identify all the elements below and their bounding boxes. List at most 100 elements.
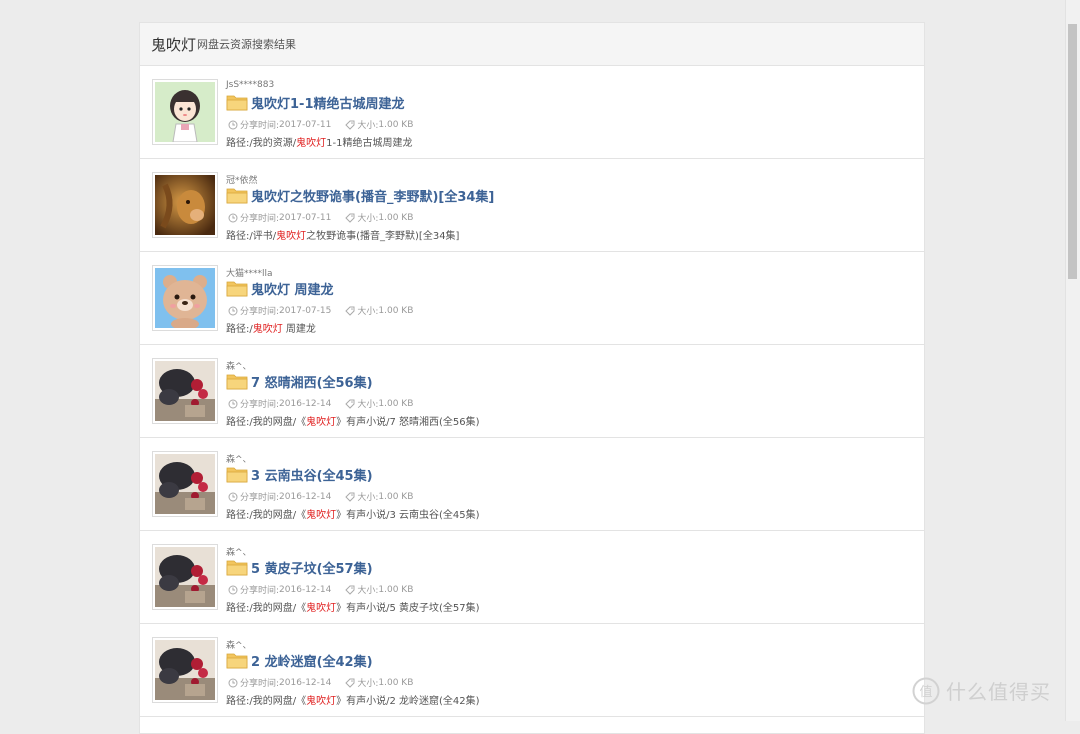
result-item[interactable]: 森^、 2 龙岭迷窟(全42集) 分享时间: 2016-12-14 大小: 1.00 KB… [140, 624, 924, 717]
tag-icon [345, 399, 355, 409]
search-results-panel: 鬼吹灯 网盘云资源搜索结果 JsS****883 鬼吹灯1-1精绝古城周建龙 分享时… [139, 22, 925, 734]
result-path: 路径:/我的网盘/《鬼吹灯》有声小说/2 龙岭迷窟(全42集) [226, 692, 480, 707]
folder-icon [226, 560, 248, 576]
path-keyword: 鬼吹灯 [306, 417, 337, 428]
path-after: 1-1精绝古城周建龙 [326, 138, 413, 149]
uploader-name[interactable]: 森^、 [226, 452, 252, 465]
path-before: /评书/ [249, 231, 277, 242]
tag-icon [345, 213, 355, 223]
file-size: 1.00 KB [378, 398, 414, 409]
avatar[interactable] [152, 637, 218, 703]
uploader-name[interactable]: JsS****883 [226, 80, 274, 90]
result-title-row[interactable]: 5 黄皮子坟(全57集) [226, 558, 373, 577]
path-after: 周建龙 [282, 324, 316, 335]
result-title-row[interactable]: 鬼吹灯之牧野诡事(播音_李野默)[全34集] [226, 186, 494, 205]
size-label: 大小: [357, 586, 379, 596]
result-title-row[interactable]: 3 云南虫谷(全45集) [226, 465, 373, 484]
watermark-text: 什么值得买 [946, 680, 1051, 704]
result-title-link[interactable]: 鬼吹灯1-1精绝古城周建龙 [251, 93, 405, 112]
share-time: 2017-07-11 [279, 119, 332, 130]
uploader-name[interactable]: 冠*依然 [226, 173, 258, 186]
tag-icon [345, 678, 355, 688]
avatar[interactable] [152, 265, 218, 331]
result-item[interactable]: 森^、 5 黄皮子坟(全57集) 分享时间: 2016-12-14 大小: 1.00 KB… [140, 531, 924, 624]
uploader-name[interactable]: 森^、 [226, 545, 252, 558]
clock-icon [228, 306, 238, 315]
folder-icon [226, 95, 248, 111]
avatar[interactable] [152, 172, 218, 238]
result-title-link[interactable]: 7 怒晴湘西(全56集) [251, 372, 373, 391]
share-time-label: 分享时间: [240, 121, 280, 131]
avatar[interactable] [152, 79, 218, 145]
result-meta: 分享时间: 2016-12-14 大小: 1.00 KB [228, 676, 413, 689]
result-path: 路径:/我的资源/鬼吹灯1-1精绝古城周建龙 [226, 134, 412, 149]
result-title-row[interactable]: 鬼吹灯 周建龙 [226, 279, 334, 298]
avatar[interactable] [152, 358, 218, 424]
result-path: 路径:/我的网盘/《鬼吹灯》有声小说/7 怒晴湘西(全56集) [226, 413, 480, 428]
result-item[interactable]: JsS****883 鬼吹灯1-1精绝古城周建龙 分享时间: 2017-07-11 大小… [140, 66, 924, 159]
result-item[interactable]: 森^、 3 云南虫谷(全45集) 分享时间: 2016-12-14 大小: 1.00 KB… [140, 438, 924, 531]
path-label: 路径: [226, 417, 250, 428]
share-time-label: 分享时间: [240, 307, 280, 317]
clock-icon [228, 399, 238, 408]
result-meta: 分享时间: 2016-12-14 大小: 1.00 KB [228, 397, 413, 410]
share-time-label: 分享时间: [240, 493, 280, 503]
path-keyword: 鬼吹灯 [252, 324, 283, 335]
result-item[interactable]: 大猫****lla 鬼吹灯 周建龙 分享时间: 2017-07-15 大小: 1.00 K… [140, 252, 924, 345]
scrollbar[interactable] [1065, 0, 1080, 721]
clock-icon [228, 213, 238, 222]
folder-icon [226, 374, 248, 390]
uploader-name[interactable]: 大猫****lla [226, 266, 273, 279]
result-title-link[interactable]: 5 黄皮子坟(全57集) [251, 558, 373, 577]
result-title-row[interactable]: 7 怒晴湘西(全56集) [226, 372, 373, 391]
results-header: 鬼吹灯 网盘云资源搜索结果 [140, 23, 924, 66]
share-time: 2016-12-14 [279, 491, 332, 502]
size-label: 大小: [357, 307, 379, 317]
uploader-name[interactable]: 森^、 [226, 359, 252, 372]
size-label: 大小: [357, 679, 379, 689]
result-title-link[interactable]: 2 龙岭迷窟(全42集) [251, 651, 373, 670]
path-after: 》有声小说/3 云南虫谷(全45集) [336, 510, 480, 521]
result-title-link[interactable]: 鬼吹灯 周建龙 [251, 279, 334, 298]
result-title-link[interactable]: 鬼吹灯之牧野诡事(播音_李野默)[全34集] [251, 186, 494, 205]
path-after: 》有声小说/5 黄皮子坟(全57集) [336, 603, 480, 614]
result-item[interactable]: 冠*依然 鬼吹灯之牧野诡事(播音_李野默)[全34集] 分享时间: 2017-07-1… [140, 159, 924, 252]
scrollbar-thumb[interactable] [1068, 24, 1077, 279]
file-size: 1.00 KB [378, 305, 414, 316]
path-after: 之牧野诡事(播音_李野默)[全34集] [306, 231, 460, 242]
result-path: 路径:/我的网盘/《鬼吹灯》有声小说/3 云南虫谷(全45集) [226, 506, 480, 521]
uploader-name[interactable]: 森^、 [226, 638, 252, 651]
path-after: 》有声小说/2 龙岭迷窟(全42集) [336, 696, 480, 707]
avatar[interactable] [152, 451, 218, 517]
clock-icon [228, 120, 238, 129]
path-label: 路径: [226, 138, 250, 149]
result-title-row[interactable]: 鬼吹灯1-1精绝古城周建龙 [226, 93, 405, 112]
size-label: 大小: [357, 214, 379, 224]
tag-icon [345, 585, 355, 595]
result-meta: 分享时间: 2017-07-11 大小: 1.00 KB [228, 211, 413, 224]
path-before: /我的网盘/《 [249, 696, 307, 707]
header-suffix: 网盘云资源搜索结果 [197, 38, 297, 51]
share-time: 2016-12-14 [279, 398, 332, 409]
share-time-label: 分享时间: [240, 679, 280, 689]
result-title-link[interactable]: 3 云南虫谷(全45集) [251, 465, 373, 484]
path-label: 路径: [226, 696, 250, 707]
file-size: 1.00 KB [378, 212, 414, 223]
file-size: 1.00 KB [378, 119, 414, 130]
folder-icon [226, 188, 248, 204]
path-keyword: 鬼吹灯 [296, 138, 327, 149]
path-before: /我的网盘/《 [249, 510, 307, 521]
avatar[interactable] [152, 544, 218, 610]
path-label: 路径: [226, 324, 250, 335]
tag-icon [345, 492, 355, 502]
path-label: 路径: [226, 510, 250, 521]
path-before: /我的网盘/《 [249, 417, 307, 428]
results-list: JsS****883 鬼吹灯1-1精绝古城周建龙 分享时间: 2017-07-11 大小… [140, 66, 924, 717]
result-item[interactable]: 森^、 7 怒晴湘西(全56集) 分享时间: 2016-12-14 大小: 1.00 KB… [140, 345, 924, 438]
file-size: 1.00 KB [378, 584, 414, 595]
share-time: 2016-12-14 [279, 584, 332, 595]
share-time-label: 分享时间: [240, 586, 280, 596]
path-keyword: 鬼吹灯 [276, 231, 307, 242]
result-title-row[interactable]: 2 龙岭迷窟(全42集) [226, 651, 373, 670]
result-meta: 分享时间: 2017-07-11 大小: 1.00 KB [228, 118, 413, 131]
